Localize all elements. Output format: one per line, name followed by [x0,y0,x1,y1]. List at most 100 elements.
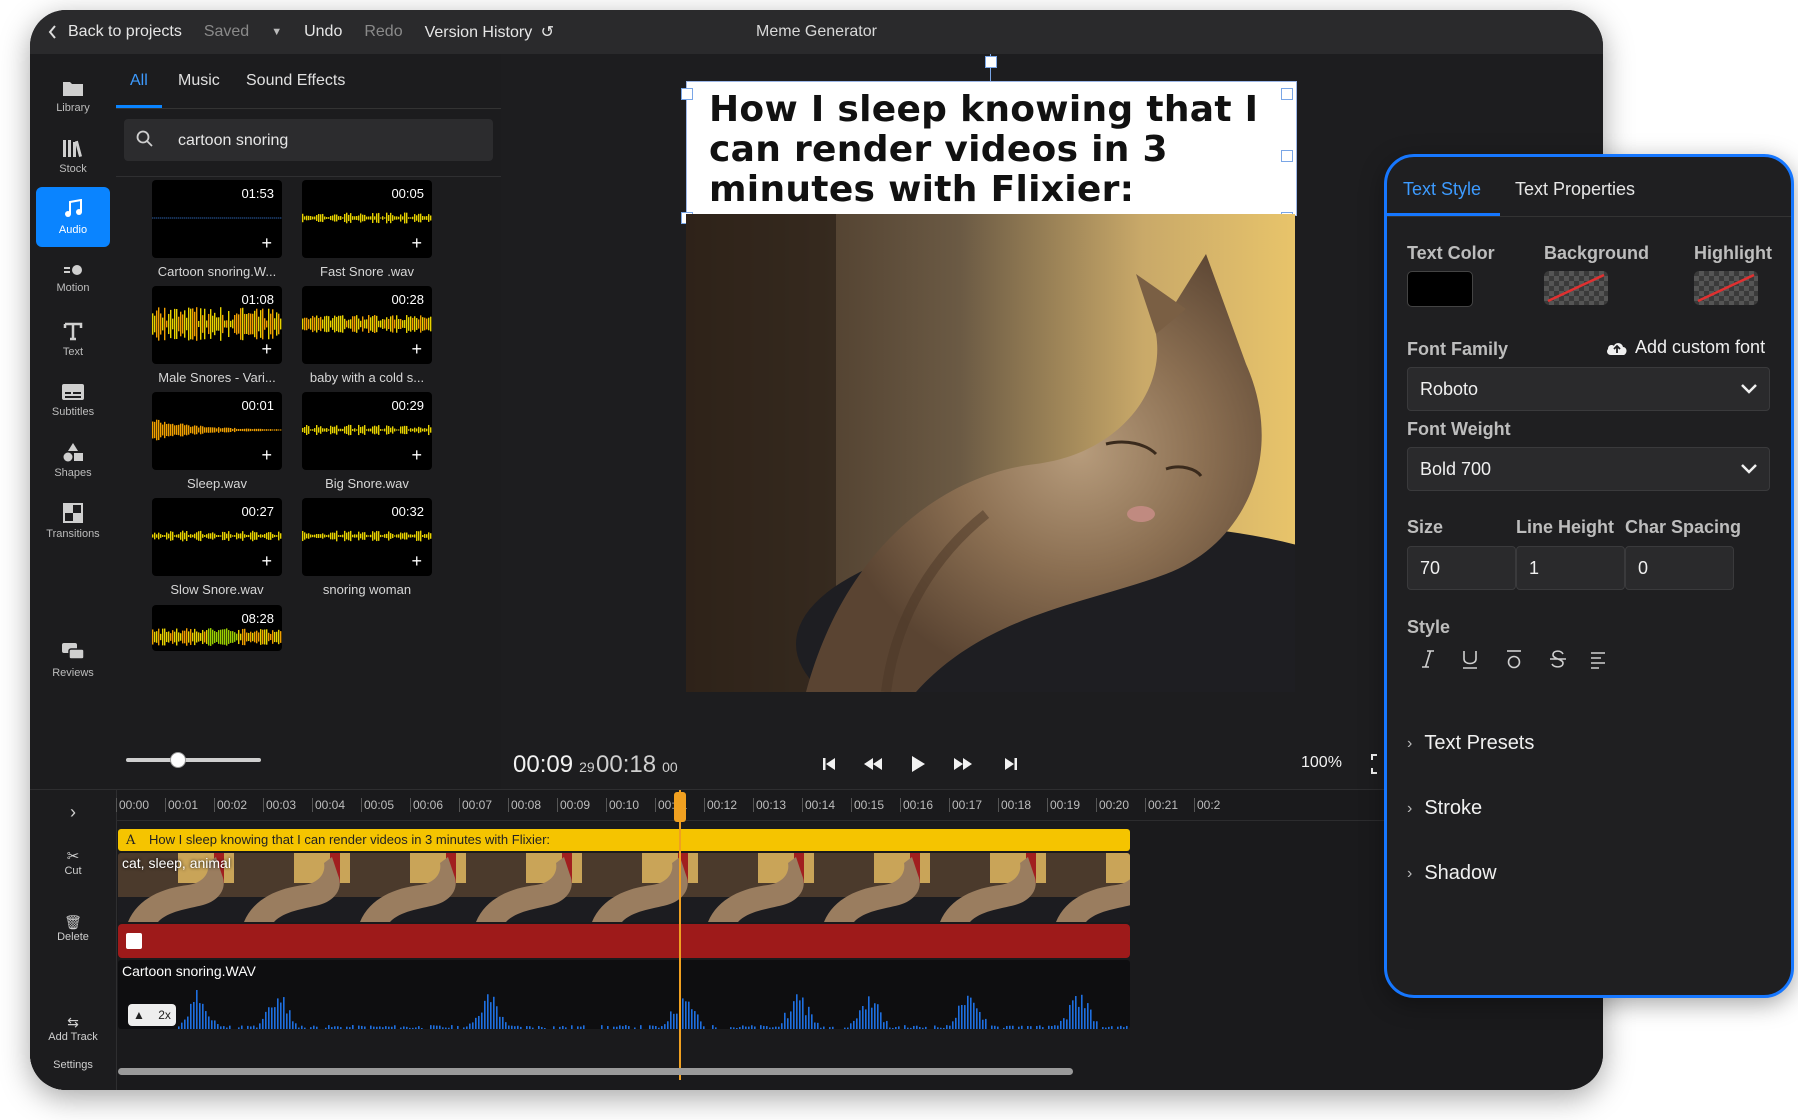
background-color-swatch[interactable] [1544,271,1608,305]
waveform-bar [439,1025,441,1029]
add-to-timeline-icon[interactable]: + [411,234,422,252]
highlight-color-swatch[interactable] [1694,271,1758,305]
audio-waveform-thumbnail[interactable]: 08:28 [152,605,282,651]
redo-button[interactable]: Redo [364,23,402,41]
add-to-timeline-icon[interactable]: + [411,552,422,570]
waveform-bar [445,1027,447,1029]
text-color-swatch[interactable] [1407,271,1473,307]
audio-result-card[interactable]: 00:27 + Slow Snore.wav [152,498,282,597]
cut-button[interactable]: ✂ Cut [30,847,116,877]
play-icon[interactable] [910,754,926,774]
kitten-video-frame[interactable] [686,214,1295,692]
audio-result-card[interactable]: 08:28 [152,605,282,651]
resize-handle-tr[interactable] [1281,88,1293,100]
italic-icon[interactable] [1421,649,1435,669]
video-track-clip[interactable]: cat, sleep, animal [118,853,1130,922]
add-to-timeline-icon[interactable]: + [411,446,422,464]
strikethrough-icon[interactable] [1549,649,1567,669]
align-left-icon[interactable] [1589,649,1607,669]
waveform-bar [1120,1025,1122,1029]
search-input[interactable] [176,119,480,163]
timeline-scrollbar[interactable] [118,1068,1073,1075]
audio-result-card[interactable]: 00:01 + Sleep.wav [152,392,282,491]
nav-reviews[interactable]: Reviews [36,630,110,690]
line-height-input[interactable]: 1 [1516,546,1625,590]
rotate-handle[interactable] [985,56,997,68]
tab-sound-effects[interactable]: Sound Effects [246,72,345,90]
text-presets-section[interactable]: › Text Presets [1407,732,1534,755]
playhead-handle[interactable] [674,792,686,822]
saved-dropdown-icon[interactable]: ▼ [271,26,282,38]
add-to-timeline-icon[interactable]: + [261,340,272,358]
expand-timeline-icon[interactable]: › [30,802,116,823]
font-family-select[interactable]: Roboto [1407,367,1770,411]
fast-forward-icon[interactable] [953,756,973,772]
waveform-bar [226,320,228,328]
nav-motion[interactable]: Motion [36,248,110,308]
audio-result-card[interactable]: 00:28 + baby with a cold s... [302,286,432,385]
audio-waveform-thumbnail[interactable]: 00:27 + [152,498,282,576]
thumbnail-size-slider[interactable] [126,752,261,768]
stroke-section[interactable]: › Stroke [1407,797,1482,820]
add-to-timeline-icon[interactable]: + [411,340,422,358]
audio-waveform-thumbnail[interactable]: 00:05 + [302,180,432,258]
audio-duration: 08:28 [241,611,274,626]
audio-waveform-thumbnail[interactable]: 01:53 + [152,180,282,258]
version-history-button[interactable]: Version History ↺ [425,22,554,42]
speed-badge[interactable]: ▲ 2x [128,1004,176,1026]
settings-button[interactable]: Settings [30,1059,116,1071]
size-input[interactable]: 70 [1407,546,1516,590]
rewind-icon[interactable] [863,756,883,772]
resize-handle-r[interactable] [1281,150,1293,162]
tab-music[interactable]: Music [178,72,220,90]
skip-to-start-icon[interactable] [821,756,837,772]
nav-audio[interactable]: Audio [36,187,110,247]
char-spacing-input[interactable]: 0 [1625,546,1734,590]
audio-track-clip[interactable]: Cartoon snoring.WAV ▲ 2x [118,960,1130,1029]
playhead[interactable] [679,790,681,1080]
undo-button[interactable]: Undo [304,23,342,41]
nav-library[interactable]: Library [36,66,110,126]
audio-result-card[interactable]: 00:05 + Fast Snore .wav [302,180,432,279]
audio-waveform-thumbnail[interactable]: 00:32 + [302,498,432,576]
add-track-button[interactable]: ⇆ Add Track [30,1014,116,1043]
time-ruler[interactable]: 00:00 00:01 00:02 00:03 00:04 00:05 00:06 00:07… [116,790,1603,821]
slider-handle[interactable] [170,752,186,768]
add-custom-font-button[interactable]: Add custom font [1605,337,1765,358]
tab-all[interactable]: All [130,72,148,90]
text-track-clip[interactable]: A How I sleep knowing that I can render … [118,829,1130,851]
audio-result-card[interactable]: 01:53 + Cartoon snoring.W... [152,180,282,279]
audio-result-card[interactable]: 00:32 + snoring woman [302,498,432,597]
add-to-timeline-icon[interactable]: + [261,234,272,252]
tab-text-properties[interactable]: Text Properties [1515,179,1635,200]
audio-result-card[interactable]: 01:08 + Male Snores - Vari... [152,286,282,385]
tab-text-style[interactable]: Text Style [1403,179,1481,200]
audio-waveform-thumbnail[interactable]: 00:29 + [302,392,432,470]
waveform-bar [226,1027,228,1029]
waveform-bar [580,1026,582,1029]
zoom-level[interactable]: 100% [1301,754,1342,772]
nav-text[interactable]: Text [36,309,110,369]
nav-transitions[interactable]: Transitions [36,491,110,551]
audio-waveform-thumbnail[interactable]: 00:01 + [152,392,282,470]
audio-result-card[interactable]: 00:29 + Big Snore.wav [302,392,432,491]
add-to-timeline-icon[interactable]: + [261,552,272,570]
shadow-section[interactable]: › Shadow [1407,862,1497,885]
audio-waveform-thumbnail[interactable]: 00:28 + [302,286,432,364]
delete-button[interactable]: 🗑 Delete [30,914,116,943]
waveform-bar [348,319,350,329]
back-to-projects-button[interactable]: Back to projects [48,23,182,41]
waveform-bar [346,532,348,540]
add-to-timeline-icon[interactable]: + [261,446,272,464]
skip-to-end-icon[interactable] [1003,756,1019,772]
resize-handle-tl[interactable] [681,88,693,100]
shape-track-clip[interactable] [118,924,1130,958]
underline-icon[interactable] [1461,649,1479,669]
nav-subtitles[interactable]: Subtitles [36,370,110,430]
audio-waveform-thumbnail[interactable]: 01:08 + [152,286,282,364]
overline-icon[interactable] [1505,649,1523,669]
caption-text-box[interactable]: How I sleep knowing that I can render vi… [686,81,1297,216]
nav-stock[interactable]: Stock [36,126,110,186]
nav-shapes[interactable]: Shapes [36,430,110,490]
font-weight-select[interactable]: Bold 700 [1407,447,1770,491]
